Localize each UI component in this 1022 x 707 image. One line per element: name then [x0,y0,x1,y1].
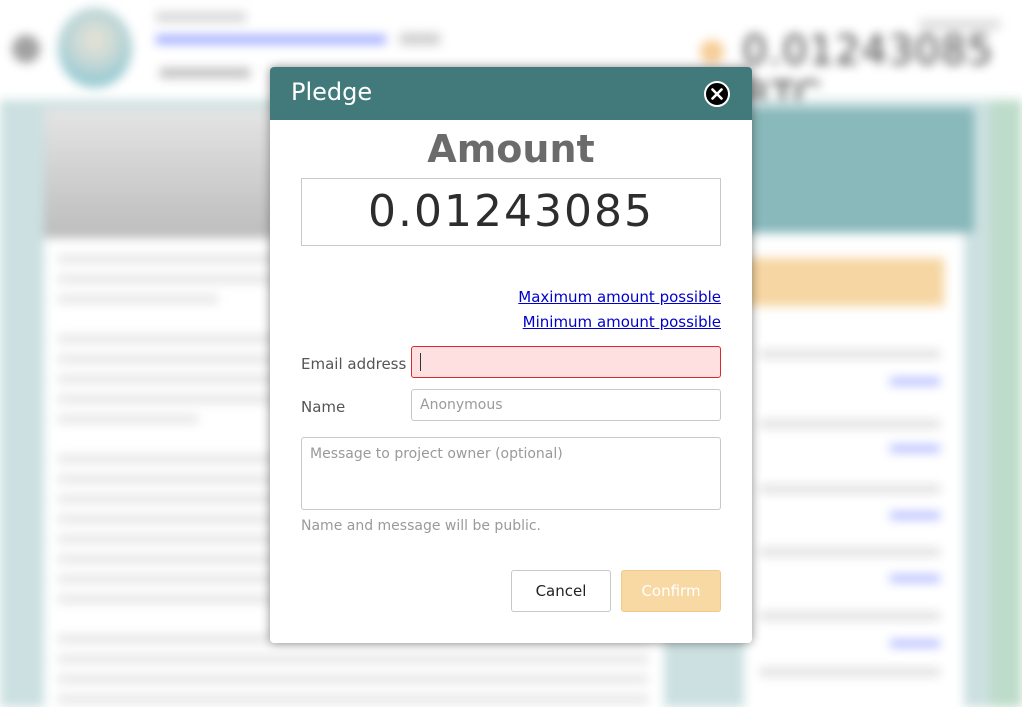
confirm-button[interactable]: Confirm [621,570,721,612]
dialog-title: Pledge [291,78,373,106]
message-placeholder: Message to project owner (optional) [310,446,563,462]
name-placeholder: Anonymous [420,397,503,413]
minimum-amount-link[interactable]: Minimum amount possible [523,313,721,331]
email-label: Email address [301,355,407,373]
public-notice: Name and message will be public. [301,518,542,534]
cancel-button[interactable]: Cancel [511,570,611,612]
close-icon [711,88,723,100]
text-cursor [420,353,421,371]
name-field[interactable]: Anonymous [411,389,721,421]
amount-label: Amount [427,127,595,171]
close-button[interactable] [704,81,730,107]
maximum-amount-link[interactable]: Maximum amount possible [518,288,721,306]
dialog-header: Pledge [270,67,752,120]
email-field[interactable] [411,346,721,378]
name-label: Name [301,398,346,416]
message-field[interactable]: Message to project owner (optional) [301,437,721,510]
pledge-dialog: Pledge Amount 0.01243085 Maximum amount … [270,67,752,643]
amount-field[interactable]: 0.01243085 [301,178,721,246]
